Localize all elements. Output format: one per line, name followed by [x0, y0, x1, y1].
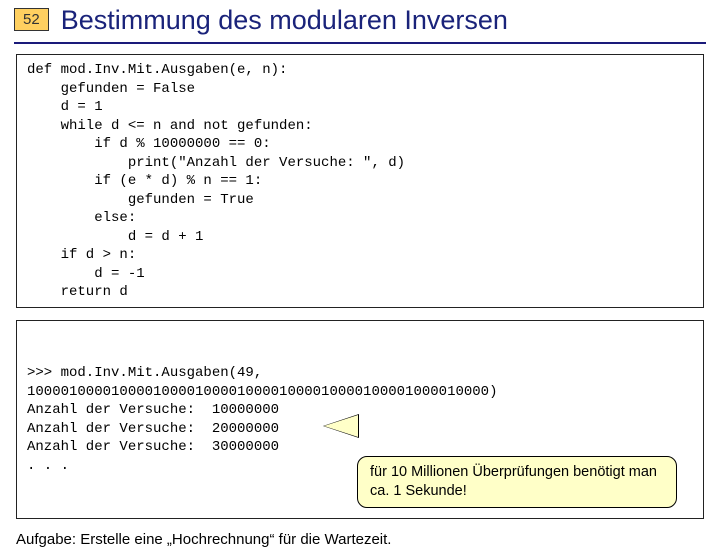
code-block-definition: def mod.Inv.Mit.Ausgaben(e, n): gefunden…	[16, 54, 704, 308]
code-block-output: >>> mod.Inv.Mit.Ausgaben(49, 10000100001…	[16, 320, 704, 519]
slide-container: 52 Bestimmung des modularen Inversen def…	[0, 0, 720, 540]
callout-arrow-icon	[323, 414, 359, 438]
page-number: 52	[14, 8, 49, 31]
callout-note: für 10 Millionen Überprüfungen benötigt …	[357, 456, 677, 508]
callout-container: für 10 Millionen Überprüfungen benötigt …	[357, 400, 677, 544]
page-title: Bestimmung des modularen Inversen	[61, 4, 508, 36]
slide-header: 52 Bestimmung des modularen Inversen	[14, 4, 706, 44]
